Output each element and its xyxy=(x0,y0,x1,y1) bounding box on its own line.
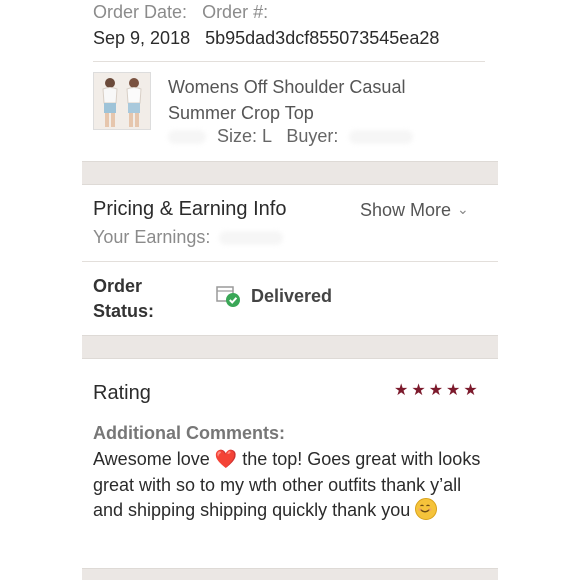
order-date-value: Sep 9, 2018 xyxy=(93,28,191,48)
chevron-down-icon: ⌄ xyxy=(457,201,469,217)
rating-title: Rating xyxy=(93,382,151,404)
smile-graphic xyxy=(418,504,432,513)
order-status-label: Order Status: xyxy=(93,274,154,324)
smiling-face-emoji-icon xyxy=(415,498,438,520)
redacted-buyer-name xyxy=(349,130,414,145)
buyer-label: Buyer: xyxy=(286,126,339,146)
delivered-icon-graphic xyxy=(216,286,240,307)
order-number-value: 5b95dad3dcf855073545ea28 xyxy=(205,28,440,48)
order-status-label-line2: Status: xyxy=(93,301,155,321)
section-separator xyxy=(82,568,498,580)
additional-comments-label: Additional Comments: xyxy=(93,423,285,443)
order-status-value: Delivered xyxy=(251,286,333,306)
pricing-title: Pricing & Earning Info xyxy=(93,198,287,220)
star-icon: ★ xyxy=(463,382,478,399)
delivered-box-check-icon xyxy=(216,285,242,309)
order-details-panel: Order Date: Order #: Sep 9, 2018 5b95dad… xyxy=(82,0,498,580)
comment-text-start: Awesome love xyxy=(93,449,210,469)
product-meta: Size: L Buyer: xyxy=(168,126,414,147)
show-more-label: Show More xyxy=(360,200,452,220)
star-icon: ★ xyxy=(411,382,426,399)
divider xyxy=(93,61,485,62)
heart-emoji-icon: ❤️ xyxy=(214,449,238,469)
earnings-label: Your Earnings: xyxy=(93,227,211,247)
star-icon: ★ xyxy=(394,382,409,399)
divider xyxy=(82,261,498,262)
product-title[interactable]: Womens Off Shoulder Casual Summer Crop T… xyxy=(168,74,468,126)
section-separator xyxy=(82,335,498,359)
order-status-label-line1: Order xyxy=(93,276,143,296)
order-number-label: Order #: xyxy=(202,2,269,22)
review-comment: Awesome love ❤️ the top! Goes great with… xyxy=(93,447,493,524)
product-size: Size: L xyxy=(217,126,272,146)
order-labels-row: Order Date: Order #: xyxy=(93,0,278,24)
redacted-earnings-value xyxy=(219,231,284,246)
star-icon: ★ xyxy=(446,382,461,399)
order-values-row: Sep 9, 2018 5b95dad3dcf855073545ea28 xyxy=(93,26,449,50)
star-icon: ★ xyxy=(428,382,444,399)
product-thumbnail[interactable] xyxy=(93,72,151,130)
redacted-text xyxy=(168,130,206,145)
order-date-label: Order Date: xyxy=(93,2,188,22)
show-more-button[interactable]: Show More ⌄ xyxy=(360,200,469,221)
rating-stars: ★ ★ ★ ★ ★ xyxy=(394,382,478,400)
product-image xyxy=(94,73,150,129)
section-separator xyxy=(82,161,498,185)
earnings-row: Your Earnings: xyxy=(93,227,284,248)
